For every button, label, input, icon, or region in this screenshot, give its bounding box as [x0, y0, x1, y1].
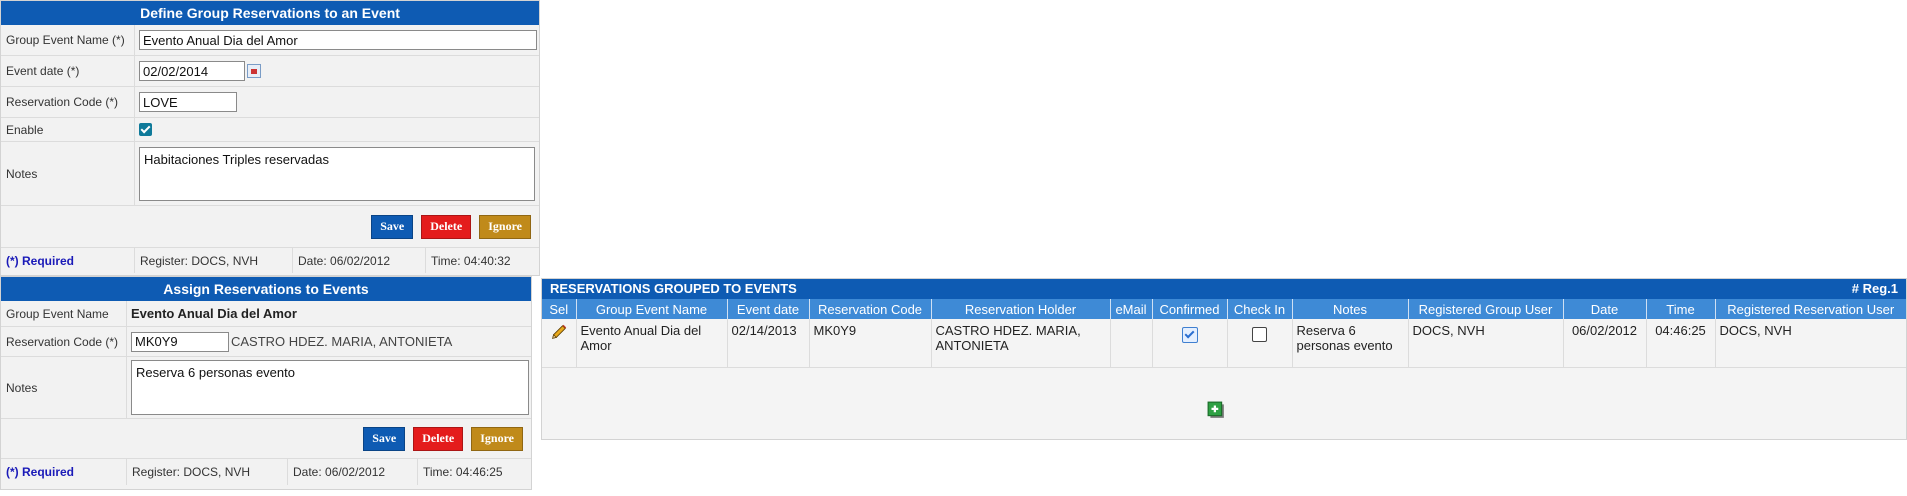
cell-holder: CASTRO HDEZ. MARIA, ANTONIETA: [931, 319, 1111, 368]
assign-reservations-title: Assign Reservations to Events: [1, 277, 531, 301]
enable-label: Enable: [1, 118, 135, 141]
assign-code-label: Reservation Code (*): [1, 327, 127, 356]
assign-name-cell: Evento Anual Dia del Amor: [127, 301, 531, 326]
assign-required-note: (*) Required: [1, 459, 127, 485]
group-button-bar: Save Delete Ignore: [1, 206, 539, 248]
assign-notes-cell: Reserva 6 personas evento: [127, 357, 531, 418]
group-notes-row: Notes Habitaciones Triples reservadas: [1, 142, 539, 206]
group-name-row: Group Event Name (*): [1, 25, 539, 56]
assign-time-info: Time: 04:46:25: [423, 465, 503, 479]
assign-register-info: Register: DOCS, NVH: [127, 459, 288, 485]
event-date-cell: [135, 56, 539, 86]
assign-notes-label: Notes: [1, 357, 127, 418]
assign-code-input[interactable]: [131, 331, 229, 352]
cell-time: 04:46:25: [1646, 319, 1716, 368]
col-event-date[interactable]: Event date: [727, 299, 810, 319]
group-notes-cell: Habitaciones Triples reservadas: [135, 142, 539, 205]
assign-date-info: Date: 06/02/2012: [288, 459, 418, 485]
event-date-row: Event date (*): [1, 56, 539, 87]
assign-code-cell: CASTRO HDEZ. MARIA, ANTONIETA: [127, 327, 531, 356]
assign-delete-button[interactable]: Delete: [413, 426, 464, 451]
assign-button-bar: Save Delete Ignore: [1, 419, 531, 459]
group-notes-label: Notes: [1, 142, 135, 205]
reservation-code-input[interactable]: [139, 92, 237, 112]
cell-event-date: 02/14/2013: [727, 319, 810, 368]
group-footer: (*) Required Register: DOCS, NVH Date: 0…: [1, 248, 539, 273]
grid-title: RESERVATIONS GROUPED TO EVENTS: [550, 281, 797, 296]
assign-save-button[interactable]: Save: [363, 426, 406, 451]
cell-check-in: [1227, 319, 1293, 368]
event-date-input[interactable]: [139, 61, 245, 81]
time-info: Time: 04:40:32: [431, 253, 511, 268]
cell-registered-group-user: DOCS, NVH: [1408, 319, 1564, 368]
enable-checkbox[interactable]: [139, 123, 152, 136]
assign-reservations-panel: Assign Reservations to Events Group Even…: [0, 276, 532, 490]
record-count: # Reg.1: [1851, 281, 1898, 296]
cell-date: 06/02/2012: [1563, 319, 1647, 368]
reservations-grid-panel: RESERVATIONS GROUPED TO EVENTS # Reg.1 S…: [541, 278, 1907, 440]
reservations-table: Sel Group Event Name Event date Reservat…: [542, 299, 1906, 368]
col-reservation-code[interactable]: Reservation Code: [809, 299, 932, 319]
reservation-code-label: Reservation Code (*): [1, 87, 135, 117]
pencil-icon[interactable]: [550, 323, 568, 341]
table-row[interactable]: Evento Anual Dia del Amor 02/14/2013 MK0…: [542, 319, 1906, 368]
assign-notes-row: Notes Reserva 6 personas evento: [1, 357, 531, 419]
col-reservation-holder[interactable]: Reservation Holder: [931, 299, 1111, 319]
event-date-label: Event date (*): [1, 56, 135, 86]
assign-notes-textarea[interactable]: Reserva 6 personas evento: [131, 360, 529, 415]
reservation-holder-name: CASTRO HDEZ. MARIA, ANTONIETA: [231, 334, 453, 349]
assign-ignore-button[interactable]: Ignore: [471, 426, 523, 451]
col-group-event-name[interactable]: Group Event Name: [576, 299, 728, 319]
col-email[interactable]: eMail: [1110, 299, 1153, 319]
required-note: (*) Required: [1, 248, 135, 273]
assign-name-value: Evento Anual Dia del Amor: [131, 306, 297, 321]
date-info: Date: 06/02/2012: [293, 248, 426, 273]
table-header-row: Sel Group Event Name Event date Reservat…: [542, 299, 1906, 319]
group-name-cell: [135, 25, 539, 55]
cell-registered-reservation-user: DOCS, NVH: [1715, 319, 1906, 368]
col-confirmed[interactable]: Confirmed: [1152, 299, 1228, 319]
cell-reservation-code: MK0Y9: [809, 319, 932, 368]
assign-name-label: Group Event Name: [1, 301, 127, 326]
cell-confirmed: [1152, 319, 1228, 368]
calendar-icon[interactable]: [247, 64, 261, 78]
define-group-panel: Define Group Reservations to an Event Gr…: [0, 0, 540, 276]
reservation-code-cell: [135, 87, 539, 117]
col-date[interactable]: Date: [1563, 299, 1647, 319]
group-name-label: Group Event Name (*): [1, 25, 135, 55]
register-info: Register: DOCS, NVH: [135, 248, 293, 273]
delete-button[interactable]: Delete: [421, 214, 472, 239]
cell-sel: [542, 319, 577, 368]
reservation-code-row: Reservation Code (*): [1, 87, 539, 118]
add-icon[interactable]: [1207, 401, 1225, 419]
group-notes-textarea[interactable]: Habitaciones Triples reservadas: [139, 146, 535, 201]
assign-code-row: Reservation Code (*) CASTRO HDEZ. MARIA,…: [1, 327, 531, 357]
enable-row: Enable: [1, 118, 539, 142]
col-sel[interactable]: Sel: [542, 299, 577, 319]
col-check-in[interactable]: Check In: [1227, 299, 1293, 319]
cell-group-event-name: Evento Anual Dia del Amor: [576, 319, 728, 368]
check-in-checkbox[interactable]: [1252, 327, 1267, 342]
grid-title-bar: RESERVATIONS GROUPED TO EVENTS # Reg.1: [542, 279, 1906, 299]
col-registered-group-user[interactable]: Registered Group User: [1408, 299, 1564, 319]
save-button[interactable]: Save: [371, 214, 414, 239]
assign-footer: (*) Required Register: DOCS, NVH Date: 0…: [1, 459, 531, 485]
cell-email: [1110, 319, 1153, 368]
assign-name-row: Group Event Name Evento Anual Dia del Am…: [1, 301, 531, 327]
col-registered-reservation-user[interactable]: Registered Reservation User: [1715, 299, 1906, 319]
col-time[interactable]: Time: [1646, 299, 1716, 319]
confirmed-checkbox[interactable]: [1181, 327, 1198, 343]
cell-notes: Reserva 6 personas evento: [1292, 319, 1409, 368]
group-name-input[interactable]: [139, 30, 537, 50]
enable-cell: [135, 118, 539, 141]
col-notes[interactable]: Notes: [1292, 299, 1409, 319]
ignore-button[interactable]: Ignore: [479, 214, 531, 239]
define-group-title: Define Group Reservations to an Event: [1, 1, 539, 25]
